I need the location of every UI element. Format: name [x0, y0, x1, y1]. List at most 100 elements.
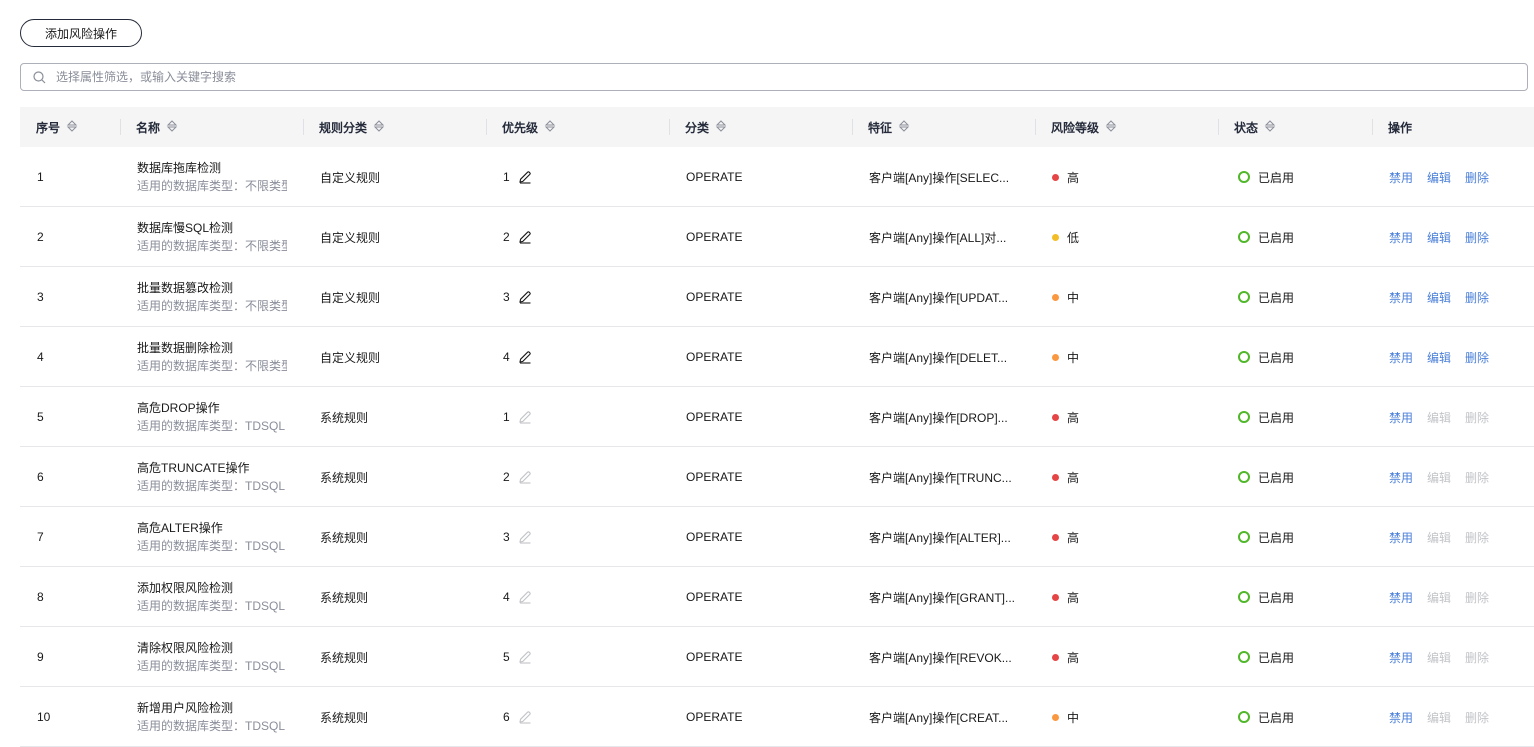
table-row: 9 清除权限风险检测 适用的数据库类型：TDSQL 系统规则 5 OPERATE 客户端[A…	[20, 627, 1534, 687]
sort-icon[interactable]	[898, 119, 910, 135]
rule-name: 高危TRUNCATE操作	[137, 461, 250, 475]
add-risk-operation-button[interactable]: 添加风险操作	[20, 19, 142, 47]
category: OPERATE	[686, 350, 743, 364]
rule-name: 批量数据篡改检测	[137, 281, 234, 295]
edit-priority-icon	[518, 410, 532, 424]
column-header-rule-type[interactable]: 规则分类	[319, 107, 385, 147]
delete-link[interactable]: 删除	[1465, 169, 1489, 186]
operations-cell: 禁用 编辑 删除	[1389, 447, 1503, 507]
category: OPERATE	[686, 530, 743, 544]
operations-cell: 禁用 编辑 删除	[1389, 507, 1503, 567]
status-cell: 已启用	[1238, 447, 1294, 507]
column-header-risk-level[interactable]: 风险等级	[1051, 107, 1117, 147]
sort-icon[interactable]	[373, 119, 385, 135]
search-icon	[33, 70, 46, 83]
column-header-index[interactable]: 序号	[36, 107, 78, 147]
edit-link: 编辑	[1427, 410, 1452, 425]
status-text: 已启用	[1258, 710, 1295, 725]
column-label: 优先级	[502, 120, 539, 135]
search-input[interactable]	[54, 69, 1527, 85]
rule-name: 批量数据删除检测	[137, 341, 234, 355]
risk-level-cell: 中	[1052, 687, 1079, 747]
status-cell: 已启用	[1238, 627, 1294, 687]
edit-priority-icon	[518, 470, 532, 484]
table-row: 8 添加权限风险检测 适用的数据库类型：TDSQL 系统规则 4 OPERATE 客户端[A…	[20, 567, 1534, 627]
delete-link: 删除	[1465, 710, 1490, 725]
delete-link[interactable]: 删除	[1465, 349, 1489, 366]
edit-priority-icon[interactable]	[518, 170, 532, 184]
priority-cell: 3	[503, 267, 532, 327]
column-label: 名称	[136, 120, 161, 135]
column-header-feature[interactable]: 特征	[868, 107, 910, 147]
risk-dot-icon	[1052, 473, 1059, 481]
feature: 客户端[Any]操作[SELEC...	[869, 170, 1010, 185]
sort-icon[interactable]	[1105, 119, 1117, 135]
disable-link[interactable]: 禁用	[1389, 289, 1413, 306]
rule-db-type: 适用的数据库类型：不限类型	[137, 179, 287, 193]
risk-level: 高	[1067, 470, 1080, 485]
operations-cell: 禁用 编辑 删除	[1389, 387, 1503, 447]
edit-link[interactable]: 编辑	[1427, 229, 1451, 246]
status-text: 已启用	[1258, 650, 1295, 665]
disable-link[interactable]: 禁用	[1389, 409, 1413, 426]
edit-link[interactable]: 编辑	[1427, 289, 1451, 306]
priority-cell: 1	[503, 147, 532, 207]
sort-icon[interactable]	[66, 119, 78, 135]
disable-link[interactable]: 禁用	[1389, 649, 1413, 666]
operations-cell: 禁用 编辑 删除	[1389, 567, 1503, 627]
sort-icon[interactable]	[166, 119, 178, 135]
operations-cell: 禁用 编辑 删除	[1389, 687, 1503, 747]
disable-link[interactable]: 禁用	[1389, 469, 1413, 486]
status-enabled-icon	[1238, 651, 1250, 663]
edit-priority-icon	[518, 590, 532, 604]
edit-priority-icon[interactable]	[518, 290, 532, 304]
sort-icon[interactable]	[715, 119, 727, 135]
table-row: 5 高危DROP操作 适用的数据库类型：TDSQL 系统规则 1 OPERATE 客户端[A…	[20, 387, 1534, 447]
status-cell: 已启用	[1238, 387, 1294, 447]
column-header-name[interactable]: 名称	[136, 107, 178, 147]
delete-link: 删除	[1465, 530, 1490, 545]
disable-link[interactable]: 禁用	[1389, 589, 1413, 606]
edit-priority-icon[interactable]	[518, 230, 532, 244]
column-header-priority[interactable]: 优先级	[502, 107, 556, 147]
table-row: 7 高危ALTER操作 适用的数据库类型：TDSQL 系统规则 3 OPERATE 客户端[…	[20, 507, 1534, 567]
risk-level: 中	[1067, 710, 1080, 725]
sort-icon[interactable]	[1264, 119, 1276, 135]
rule-db-type: 适用的数据库类型：TDSQL	[137, 659, 286, 673]
risk-level-cell: 高	[1052, 447, 1079, 507]
rule-type: 自定义规则	[320, 230, 381, 245]
priority-value: 4	[503, 590, 510, 604]
edit-priority-icon[interactable]	[518, 350, 532, 364]
risk-dot-icon	[1052, 413, 1059, 421]
search-bar[interactable]	[20, 63, 1528, 91]
delete-link: 删除	[1465, 590, 1490, 605]
delete-link[interactable]: 删除	[1465, 289, 1489, 306]
rule-db-type: 适用的数据库类型：TDSQL	[137, 599, 286, 613]
status-enabled-icon	[1238, 291, 1250, 303]
column-label: 操作	[1388, 120, 1413, 135]
rule-db-type: 适用的数据库类型：不限类型	[137, 359, 287, 373]
disable-link[interactable]: 禁用	[1389, 349, 1413, 366]
rule-name-cell: 高危ALTER操作 适用的数据库类型：TDSQL	[137, 507, 287, 567]
rule-name-cell: 数据库慢SQL检测 适用的数据库类型：不限类型	[137, 207, 287, 267]
priority-cell: 2	[503, 207, 532, 267]
status-enabled-icon	[1238, 171, 1250, 183]
rule-type: 系统规则	[320, 650, 369, 665]
edit-link[interactable]: 编辑	[1427, 169, 1451, 186]
risk-level-cell: 中	[1052, 327, 1079, 387]
disable-link[interactable]: 禁用	[1389, 169, 1413, 186]
delete-link[interactable]: 删除	[1465, 229, 1489, 246]
row-index: 1	[37, 170, 44, 184]
sort-icon[interactable]	[544, 119, 556, 135]
column-header-category[interactable]: 分类	[685, 107, 727, 147]
column-header-status[interactable]: 状态	[1234, 107, 1276, 147]
disable-link[interactable]: 禁用	[1389, 709, 1413, 726]
priority-value: 1	[503, 170, 510, 184]
risk-level: 高	[1067, 530, 1080, 545]
category: OPERATE	[686, 230, 743, 244]
rule-type: 系统规则	[320, 710, 369, 725]
disable-link[interactable]: 禁用	[1389, 529, 1413, 546]
rule-name-cell: 批量数据删除检测适用的数据库类型：不限类型	[137, 327, 287, 387]
disable-link[interactable]: 禁用	[1389, 229, 1413, 246]
edit-link[interactable]: 编辑	[1427, 349, 1451, 366]
